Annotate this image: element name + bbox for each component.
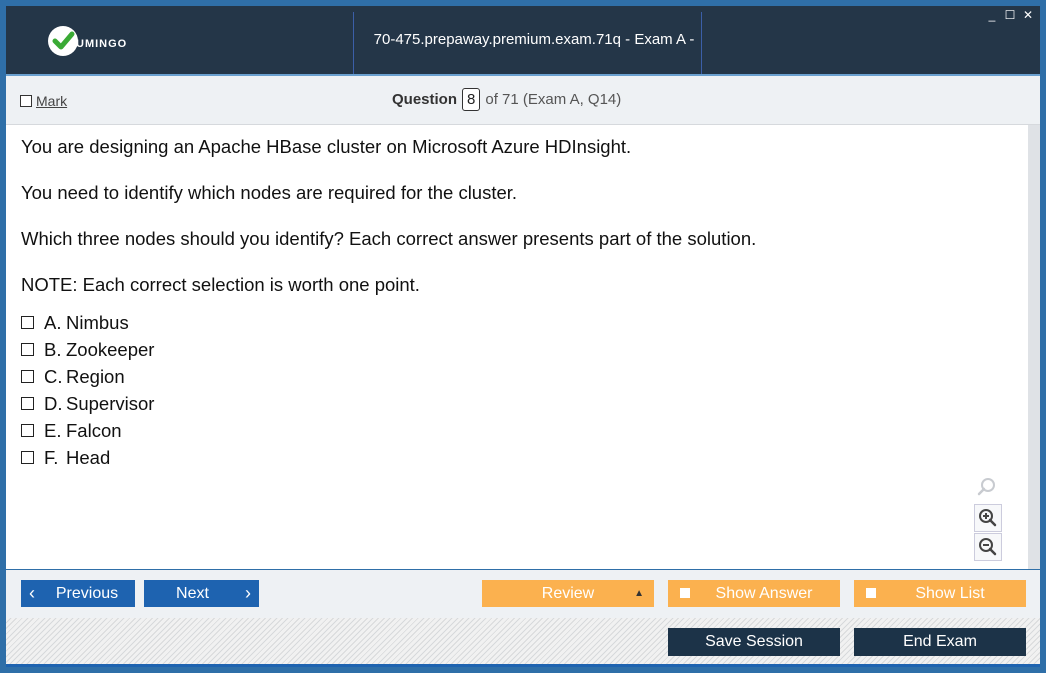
option-checkbox[interactable] xyxy=(21,423,34,437)
end-exam-button[interactable]: End Exam xyxy=(854,628,1026,656)
mark-label: Mark xyxy=(36,93,68,109)
next-button[interactable]: Next › xyxy=(144,580,259,607)
logo-check-icon xyxy=(48,26,78,56)
option-letter: D. xyxy=(44,393,63,414)
answer-option-b[interactable]: B. Zookeeper xyxy=(21,339,154,361)
option-checkbox[interactable] xyxy=(21,450,34,464)
option-checkbox[interactable] xyxy=(21,315,34,329)
previous-label: Previous xyxy=(55,585,119,602)
zoom-out-icon[interactable] xyxy=(974,533,1002,561)
review-label: Review xyxy=(541,585,595,602)
previous-button[interactable]: ‹ Previous xyxy=(21,580,135,607)
maximize-icon[interactable]: ☐ xyxy=(1004,8,1016,22)
question-of-text: of 71 (Exam A, Q14) xyxy=(485,91,622,108)
question-bar: Mark Question 8 of 71 (Exam A, Q14) xyxy=(6,76,1040,125)
window-title: 70-475.prepaway.premium.exam.71q - Exam … xyxy=(373,31,695,116)
title-separator-right xyxy=(701,12,702,74)
logo-text: UMINGO xyxy=(76,38,128,50)
option-checkbox[interactable] xyxy=(21,369,34,383)
answer-option-f[interactable]: F. Head xyxy=(21,447,110,469)
mark-checkbox[interactable]: Mark xyxy=(20,93,67,109)
option-text: Supervisor xyxy=(66,393,155,414)
question-content: You are designing an Apache HBase cluste… xyxy=(6,125,1028,569)
footer-hatch: Save Session End Exam xyxy=(6,618,1040,664)
show-list-checkbox[interactable] xyxy=(866,588,876,598)
show-answer-checkbox[interactable] xyxy=(680,588,690,598)
vertical-scrollbar[interactable] xyxy=(1028,125,1040,569)
option-text: Zookeeper xyxy=(66,339,155,360)
answer-option-c[interactable]: C. Region xyxy=(21,366,125,388)
chevron-left-icon: ‹ xyxy=(29,583,35,603)
question-indicator: Question 8 of 71 (Exam A, Q14) xyxy=(392,88,621,111)
zoom-in-icon[interactable] xyxy=(974,504,1002,532)
question-label: Question xyxy=(392,91,458,108)
question-paragraph-1: You are designing an Apache HBase cluste… xyxy=(21,136,632,157)
title-separator-left xyxy=(353,12,354,74)
window-controls: _ ☐ ✕ xyxy=(986,8,1034,22)
close-icon[interactable]: ✕ xyxy=(1022,8,1034,22)
answer-option-e[interactable]: E. Falcon xyxy=(21,420,122,442)
show-list-label: Show List xyxy=(915,585,985,602)
show-answer-label: Show Answer xyxy=(715,585,813,602)
caret-up-icon[interactable]: ▲ xyxy=(634,580,644,607)
search-icon[interactable] xyxy=(974,474,1000,500)
show-answer-button[interactable]: Show Answer xyxy=(668,580,840,607)
answer-option-a[interactable]: A. Nimbus xyxy=(21,312,129,334)
vumingo-logo: UMINGO xyxy=(48,26,127,56)
chevron-right-icon: › xyxy=(245,583,251,603)
mark-checkbox-box[interactable] xyxy=(20,95,32,107)
option-text: Head xyxy=(66,447,111,468)
question-paragraph-2: You need to identify which nodes are req… xyxy=(21,182,518,203)
option-text: Region xyxy=(66,366,125,387)
navigation-bar: ‹ Previous Next › Review ▲ Show Answer S… xyxy=(6,570,1040,618)
option-text: Nimbus xyxy=(66,312,129,333)
option-text: Falcon xyxy=(66,420,122,441)
review-button[interactable]: Review ▲ xyxy=(482,580,654,607)
app-window: UMINGO 70-475.prepaway.premium.exam.71q … xyxy=(0,0,1046,673)
option-checkbox[interactable] xyxy=(21,396,34,410)
show-list-button[interactable]: Show List xyxy=(854,580,1026,607)
option-letter: C. xyxy=(44,366,63,387)
title-bar: UMINGO 70-475.prepaway.premium.exam.71q … xyxy=(6,6,1040,116)
option-letter: A. xyxy=(44,312,62,333)
bottom-border xyxy=(6,664,1040,667)
question-paragraph-3: Which three nodes should you identify? E… xyxy=(21,228,757,249)
next-label: Next xyxy=(176,585,209,602)
question-note: NOTE: Each correct selection is worth on… xyxy=(21,274,420,295)
option-checkbox[interactable] xyxy=(21,342,34,356)
option-letter: B. xyxy=(44,339,62,360)
option-letter: F. xyxy=(44,447,59,468)
minimize-icon[interactable]: _ xyxy=(986,8,998,22)
option-letter: E. xyxy=(44,420,62,441)
question-number-input[interactable]: 8 xyxy=(462,88,481,111)
save-session-button[interactable]: Save Session xyxy=(668,628,840,656)
answer-option-d[interactable]: D. Supervisor xyxy=(21,393,154,415)
